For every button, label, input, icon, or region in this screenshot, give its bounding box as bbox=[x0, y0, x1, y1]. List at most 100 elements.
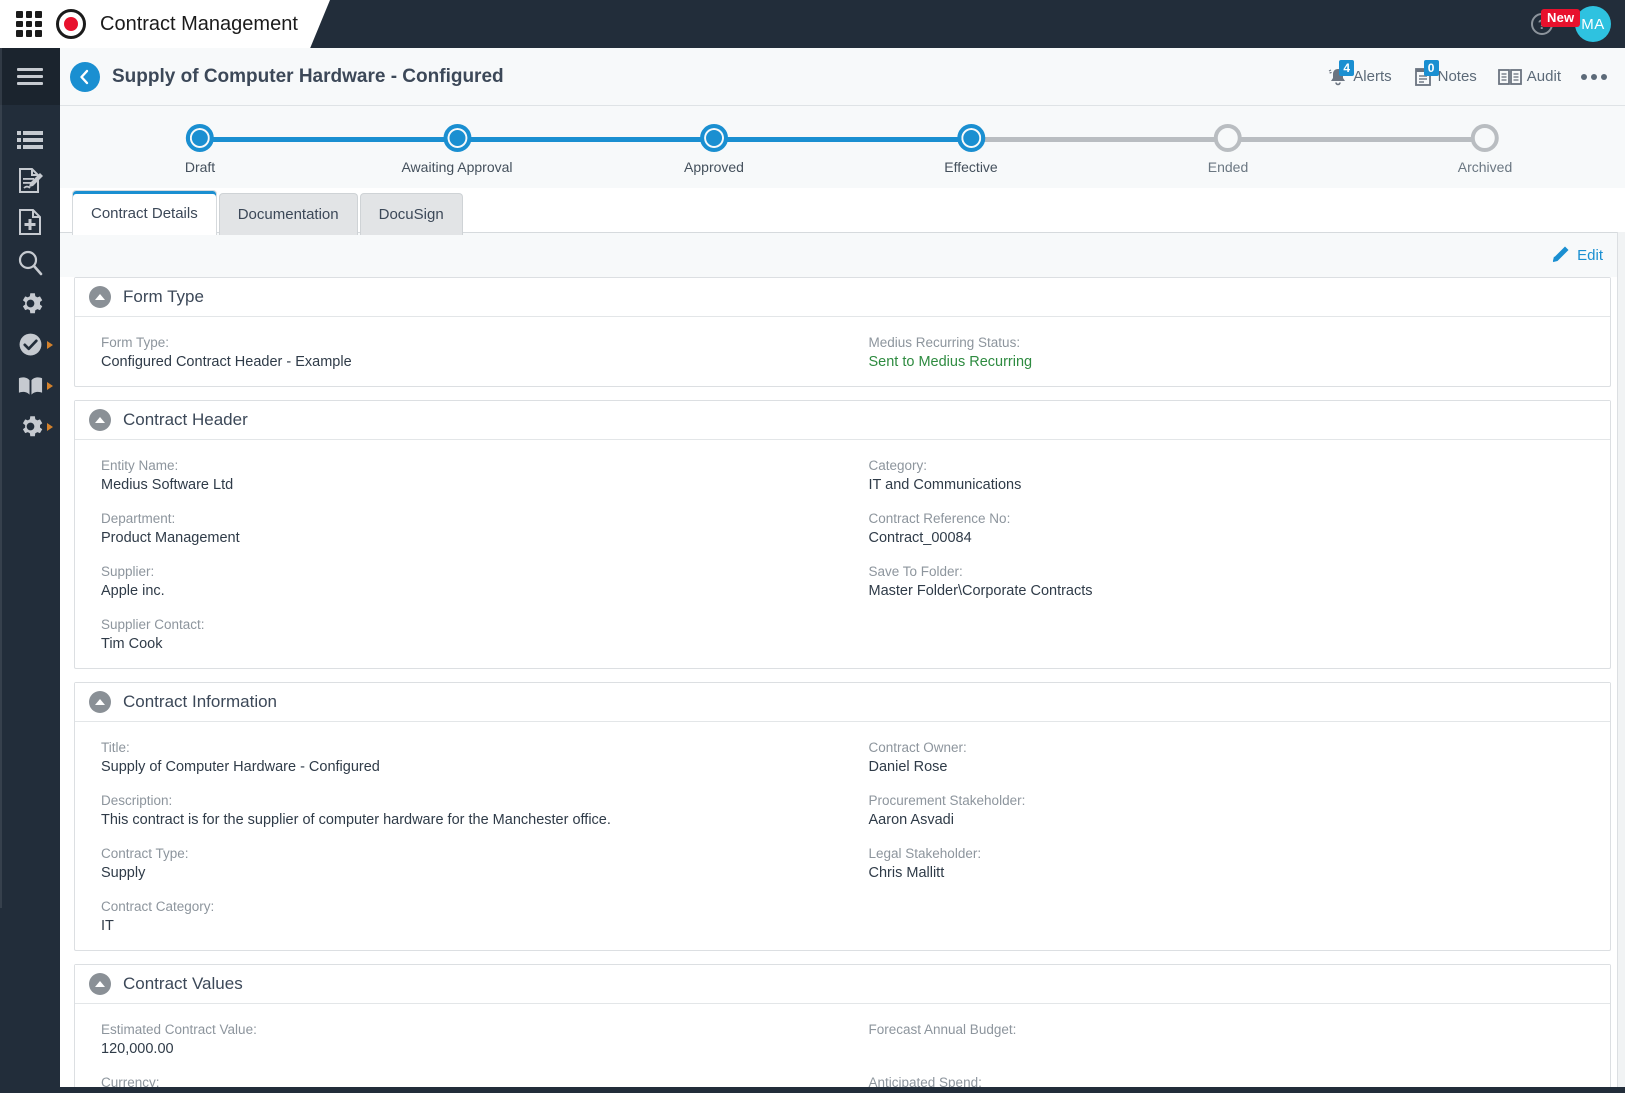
status-stepper: Draft Awaiting Approval Approved Effective E… bbox=[60, 106, 1625, 188]
stepper-node bbox=[700, 124, 728, 152]
alerts-button[interactable]: 4 Alerts bbox=[1327, 59, 1392, 88]
section-header[interactable]: Contract Information bbox=[75, 683, 1610, 722]
field-label: Title: bbox=[101, 740, 130, 755]
page-title: Supply of Computer Hardware - Configured bbox=[112, 65, 504, 87]
stepper-step-archived[interactable]: Archived bbox=[1458, 124, 1512, 175]
stepper-label: Draft bbox=[184, 159, 216, 175]
sidebar-item-settings[interactable] bbox=[0, 283, 60, 324]
field-value: Tim Cook bbox=[101, 636, 163, 652]
field: Save To Folder: Master Folder\Corporate C… bbox=[869, 562, 1611, 601]
field-label: Contract Owner: bbox=[868, 740, 967, 755]
field: Procurement Stakeholder: Aaron Asvadi bbox=[869, 791, 1611, 830]
section-header[interactable]: Form Type bbox=[75, 278, 1610, 317]
stepper-node bbox=[186, 124, 214, 152]
stepper-step-effective[interactable]: Effective bbox=[944, 124, 998, 175]
more-dots-icon[interactable] bbox=[1581, 73, 1607, 80]
field: Description: This contract is for the sup… bbox=[101, 791, 843, 830]
field-label: Description: bbox=[101, 793, 173, 808]
sidebar-item-admin-settings[interactable] bbox=[0, 406, 60, 447]
collapse-toggle-icon[interactable] bbox=[89, 973, 111, 995]
notes-button[interactable]: 0 Notes bbox=[1412, 59, 1477, 88]
medius-logo-icon bbox=[56, 9, 86, 39]
app-title: Contract Management bbox=[100, 12, 298, 35]
field-value: IT bbox=[101, 918, 114, 934]
gear-icon bbox=[22, 293, 42, 314]
stepper-step-awaiting-approval[interactable]: Awaiting Approval bbox=[401, 124, 513, 175]
field-label: Medius Recurring Status: bbox=[868, 335, 1021, 350]
field: Supplier: Apple inc. bbox=[101, 562, 843, 601]
section-card: Contract Values Estimated Contract Value:… bbox=[74, 964, 1611, 1093]
search-icon bbox=[18, 250, 43, 275]
top-bar: Contract Management ? New MA bbox=[0, 0, 1625, 48]
field: Supplier Contact: Tim Cook bbox=[101, 615, 843, 654]
stepper-label: Awaiting Approval bbox=[401, 159, 513, 175]
stepper-node bbox=[1213, 124, 1242, 152]
edit-button[interactable]: Edit bbox=[1550, 245, 1603, 265]
section-card: Form Type Form Type: Configured Contract H… bbox=[74, 277, 1611, 387]
notes-count: 0 bbox=[1423, 59, 1439, 76]
audit-button[interactable]: Audit bbox=[1497, 66, 1561, 88]
collapse-toggle-icon[interactable] bbox=[89, 409, 111, 431]
section-column-right: Contract Owner: Daniel Rose Procurement St… bbox=[843, 738, 1611, 936]
field-value: Apple inc. bbox=[101, 583, 165, 599]
field-value: Master Folder\Corporate Contracts bbox=[868, 583, 1093, 599]
sidebar-item-edit-document[interactable] bbox=[0, 160, 60, 201]
field-label: Legal Stakeholder: bbox=[868, 846, 982, 861]
tab-docusign[interactable]: DocuSign bbox=[359, 193, 463, 235]
sidebar-item-search[interactable] bbox=[0, 242, 60, 283]
field-value: Medius Software Ltd bbox=[101, 477, 234, 493]
sidebar-item-approvals[interactable] bbox=[0, 324, 60, 365]
stepper-step-draft[interactable]: Draft bbox=[185, 124, 215, 175]
field: Form Type: Configured Contract Header - E… bbox=[101, 333, 843, 372]
field-value: Product Management bbox=[101, 530, 240, 546]
section-title: Contract Information bbox=[123, 692, 278, 711]
content-area: Edit Form Type Form Type: Configured Contr… bbox=[60, 232, 1625, 1093]
contract-management-app: Contract Management ? New MA bbox=[0, 0, 1625, 1093]
field-value: 120,000.00 bbox=[101, 1041, 174, 1057]
field-value: Chris Mallitt bbox=[868, 865, 945, 881]
field-label: Form Type: bbox=[101, 335, 170, 350]
book-open-icon bbox=[18, 376, 42, 395]
back-button[interactable] bbox=[70, 61, 100, 92]
avatar[interactable]: MA bbox=[1575, 6, 1611, 42]
vertical-scrollbar[interactable] bbox=[1617, 232, 1625, 1093]
chevron-right-icon bbox=[47, 340, 53, 349]
field: Medius Recurring Status: Sent to Medius R… bbox=[869, 333, 1611, 372]
collapse-toggle-icon[interactable] bbox=[89, 691, 111, 713]
gear-settings-icon bbox=[22, 416, 42, 437]
field-label: Entity Name: bbox=[101, 458, 179, 473]
section-body: Title: Supply of Computer Hardware - Conf… bbox=[75, 722, 1610, 950]
stepper-step-approved[interactable]: Approved bbox=[684, 124, 744, 175]
section-cards: Form Type Form Type: Configured Contract H… bbox=[60, 277, 1625, 1093]
section-header[interactable]: Contract Header bbox=[75, 401, 1610, 440]
list-icon bbox=[17, 130, 43, 149]
section-body: Entity Name: Medius Software Ltd Departmen… bbox=[75, 440, 1610, 668]
field: Contract Reference No: Contract_00084 bbox=[869, 509, 1611, 548]
stepper-step-ended[interactable]: Ended bbox=[1208, 124, 1248, 175]
section-header[interactable]: Contract Values bbox=[75, 965, 1610, 1004]
hamburger-menu-icon[interactable] bbox=[0, 48, 60, 105]
book-icon bbox=[1497, 68, 1522, 85]
field-label: Supplier Contact: bbox=[101, 617, 205, 632]
bottom-bar bbox=[0, 1087, 1625, 1093]
field: Legal Stakeholder: Chris Mallitt bbox=[869, 844, 1611, 883]
sidebar-item-list[interactable] bbox=[0, 119, 60, 160]
collapse-toggle-icon[interactable] bbox=[89, 286, 111, 308]
sidebar-item-add-document[interactable] bbox=[0, 201, 60, 242]
field-label: Contract Category: bbox=[101, 899, 215, 914]
tab-documentation[interactable]: Documentation bbox=[218, 193, 358, 235]
tab-label: DocuSign bbox=[378, 206, 444, 223]
help-button[interactable]: ? New bbox=[1525, 7, 1581, 41]
field-value: Contract_00084 bbox=[868, 530, 972, 546]
field-label: Supplier: bbox=[101, 564, 155, 579]
field-value: Supply of Computer Hardware - Configured bbox=[101, 759, 380, 775]
field-value: This contract is for the supplier of com… bbox=[101, 812, 611, 828]
tab-label: Documentation bbox=[237, 206, 339, 223]
edit-row: Edit bbox=[60, 233, 1625, 277]
app-grid-icon[interactable] bbox=[16, 11, 42, 37]
section-column-right: Forecast Annual Budget: Anticipated Spend… bbox=[843, 1020, 1611, 1093]
tab-contract-details[interactable]: Contract Details bbox=[72, 190, 217, 235]
field-value: Configured Contract Header - Example bbox=[101, 354, 352, 370]
brand-tab[interactable]: Contract Management bbox=[0, 0, 330, 48]
sidebar-item-library[interactable] bbox=[0, 365, 60, 406]
